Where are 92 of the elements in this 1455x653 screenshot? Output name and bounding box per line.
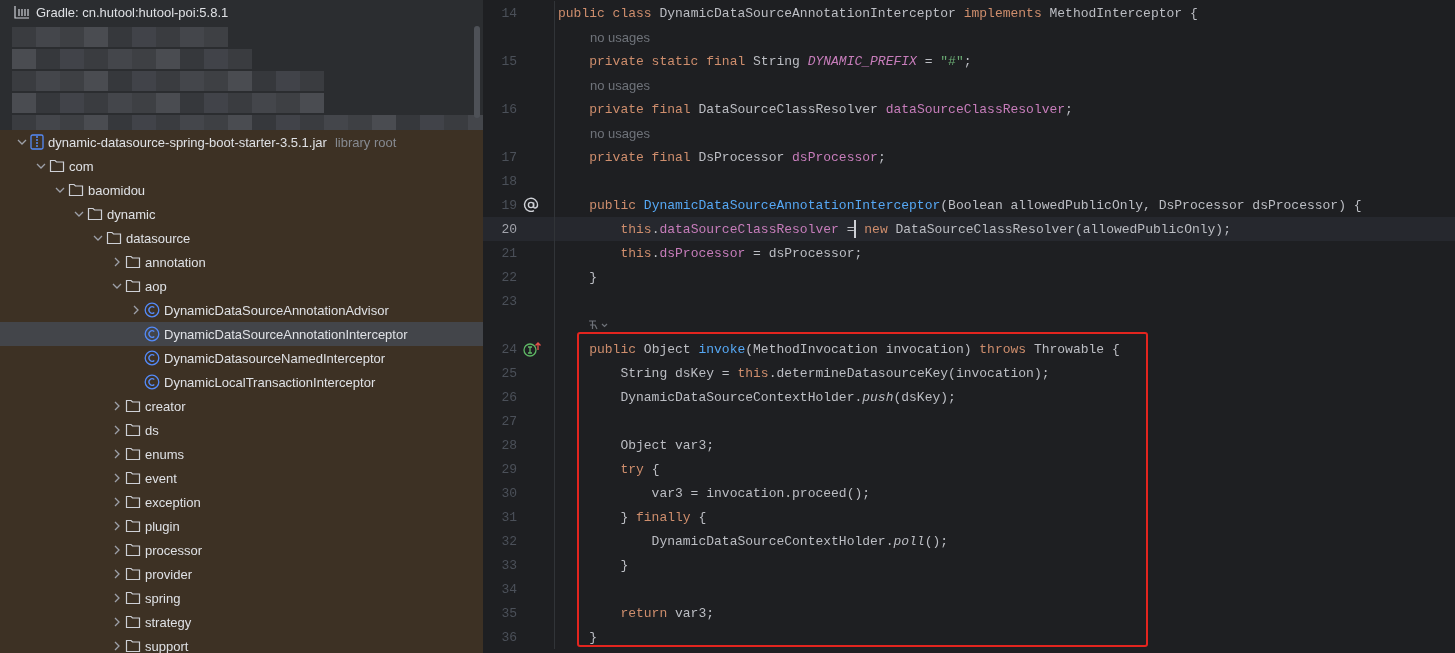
class-icon — [144, 302, 160, 318]
tree-row[interactable]: DynamicDataSourceAnnotationInterceptor — [0, 322, 483, 346]
tree-row[interactable]: plugin — [0, 514, 483, 538]
class-icon — [144, 326, 160, 342]
tree-item-label: ds — [145, 422, 159, 438]
tree-item-label: DynamicDataSourceAnnotationAdvisor — [164, 302, 389, 318]
code-line: } — [588, 629, 597, 645]
code-line: var3 = invocation.proceed(); — [650, 485, 871, 501]
code-line: DynamicDataSourceContextHolder.poll(); — [650, 533, 949, 549]
tree-row[interactable]: ds — [0, 418, 483, 442]
tree-item-label: aop — [145, 278, 167, 294]
library-root-label: library root — [334, 134, 397, 150]
annotation-icon[interactable] — [523, 197, 539, 213]
tree-item-label: DynamicLocalTransactionInterceptor — [164, 374, 376, 390]
tree-row[interactable]: support — [0, 634, 483, 653]
tree-item-label: processor — [145, 542, 203, 558]
code-line: String dsKey = this.determineDatasourceKey(invocation); — [619, 365, 1050, 381]
tree-item-label: baomidou — [88, 182, 146, 198]
class-icon — [144, 350, 160, 366]
tree-row[interactable]: processor — [0, 538, 483, 562]
tree-item-label: creator — [145, 398, 186, 414]
tree-item-label: support — [145, 638, 189, 653]
folder-icon — [106, 231, 122, 245]
code-line: private final DsProcessor dsProcessor; — [588, 149, 886, 165]
folder-icon — [125, 615, 141, 629]
folder-icon — [68, 183, 84, 197]
tree-row[interactable]: com — [0, 154, 483, 178]
tree-item-label: spring — [145, 590, 181, 606]
code-line: } — [619, 557, 629, 573]
class-icon — [144, 374, 160, 390]
tree-item-label: event — [145, 470, 177, 486]
folder-icon — [49, 159, 65, 173]
folder-icon — [125, 519, 141, 533]
tree-row[interactable]: DynamicDataSourceAnnotationAdvisor — [0, 298, 483, 322]
tree-row[interactable]: creator — [0, 394, 483, 418]
tree-row[interactable]: event — [0, 466, 483, 490]
tree-item-label: Gradle: cn.hutool:hutool-poi:5.8.1 — [36, 4, 229, 20]
library-icon — [14, 5, 30, 19]
code-line: Object var3; — [619, 437, 715, 453]
folder-icon — [125, 255, 141, 269]
code-line: try { — [619, 461, 660, 477]
line-number: 20 — [500, 221, 517, 237]
folder-icon — [125, 639, 141, 653]
implementing-method-icon[interactable] — [523, 341, 543, 357]
code-line: return var3; — [619, 605, 715, 621]
scrollbar[interactable] — [474, 26, 480, 118]
folder-icon — [125, 591, 141, 605]
tree-row[interactable]: baomidou — [0, 178, 483, 202]
folder-icon — [125, 447, 141, 461]
code-line: public DynamicDataSourceAnnotationInterceptor(Boolean allowedPublicOnly, DsProcessor dsProcessor) { — [588, 197, 1362, 213]
folder-icon — [125, 423, 141, 437]
code-line: this.dsProcessor = dsProcessor; — [619, 245, 863, 261]
code-line: } — [588, 269, 597, 285]
folder-icon — [125, 495, 141, 509]
tree-row[interactable]: strategy — [0, 610, 483, 634]
tree-item-label: plugin — [145, 518, 180, 534]
tree-row[interactable]: aop — [0, 274, 483, 298]
code-line: this.dataSourceClassResolver = new DataSourceClassResolver(allowedPublicOnly); — [619, 220, 1231, 238]
tree-row[interactable]: dynamic — [0, 202, 483, 226]
tree-row[interactable]: annotation — [0, 250, 483, 274]
tree-row[interactable]: spring — [0, 586, 483, 610]
tree-row[interactable]: dynamic-datasource-spring-boot-starter-3.5.1.jar library root — [0, 130, 483, 154]
code-line: private final DataSourceClassResolver dataSourceClassResolver; — [588, 101, 1073, 117]
tree-item-label: strategy — [145, 614, 192, 630]
archive-icon — [30, 134, 44, 150]
tree-row[interactable]: datasource — [0, 226, 483, 250]
folder-icon — [125, 279, 141, 293]
folder-icon — [125, 567, 141, 581]
tree-item-label: DynamicDatasourceNamedInterceptor — [164, 350, 386, 366]
tree-item-label: enums — [145, 446, 185, 462]
code-line: DynamicDataSourceContextHolder.push(dsKey); — [619, 389, 956, 405]
code-line: public class DynamicDataSourceAnnotationInterceptor implements MethodInterceptor { — [557, 5, 1198, 21]
folder-icon — [125, 543, 141, 557]
tree-row[interactable]: DynamicLocalTransactionInterceptor — [0, 370, 483, 394]
tree-item-label: com — [69, 158, 94, 174]
tree-row[interactable]: DynamicDatasourceNamedInterceptor — [0, 346, 483, 370]
tree-item-label: dynamic-datasource-spring-boot-starter-3.5.1.jar — [48, 134, 327, 150]
folder-icon — [125, 471, 141, 485]
tree-item-label: annotation — [145, 254, 206, 270]
code-line: private static final String DYNAMIC_PREFIX = "#"; — [588, 53, 972, 69]
tree-item-label: provider — [145, 566, 192, 582]
tree-item-label: DynamicDataSourceAnnotationInterceptor — [164, 326, 408, 342]
code-line: } finally { — [619, 509, 707, 525]
folder-icon — [87, 207, 103, 221]
tree-item-label: dynamic — [107, 206, 156, 222]
tree-item-label: datasource — [126, 230, 191, 246]
tree-item-label: exception — [145, 494, 201, 510]
tree-row[interactable]: exception — [0, 490, 483, 514]
code-line: public Object invoke(MethodInvocation invocation) throws Throwable { — [588, 341, 1120, 357]
folder-icon — [125, 399, 141, 413]
tree-row[interactable]: enums — [0, 442, 483, 466]
tree-row[interactable]: provider — [0, 562, 483, 586]
